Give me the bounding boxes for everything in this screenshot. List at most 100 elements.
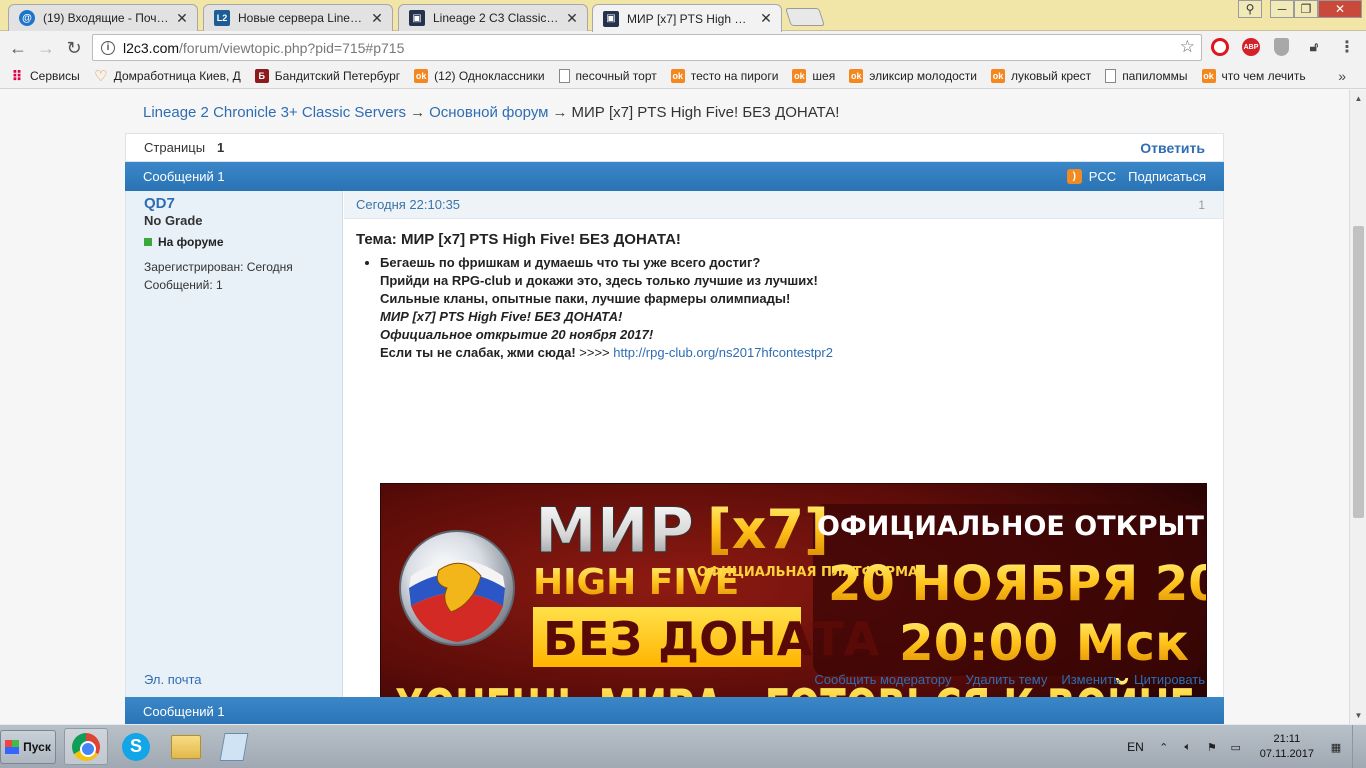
opera-vpn-icon[interactable] (1211, 38, 1229, 56)
clock-date: 07.11.2017 (1259, 748, 1314, 760)
taskbar-explorer[interactable] (164, 728, 208, 765)
breadcrumb-separator: → (410, 104, 426, 121)
forum-post: QD7 No Grade На форуме Зарегистрирован: … (125, 191, 1224, 724)
ok-icon: ok (414, 69, 429, 83)
page-scrollbar[interactable]: ▲ ▼ (1349, 90, 1366, 724)
bookmark-star-icon[interactable]: ☆ (1180, 37, 1195, 57)
globe-emblem-icon (399, 530, 515, 646)
folder-icon (171, 734, 201, 759)
post-datetime-link[interactable]: Сегодня 22:10:35 (356, 197, 460, 212)
chrome-icon (72, 732, 100, 761)
clock[interactable]: 21:11 07.11.2017 (1260, 732, 1314, 762)
banner-graphic: МИР [x7] HIGH FIVE ОФИЦИАЛЬНАЯ ПЛАТФОРМА… (381, 484, 1207, 724)
start-button[interactable]: Пуск (0, 730, 56, 764)
bookmark-papillomas[interactable]: папиломмы (1105, 69, 1188, 83)
subscribe-link[interactable]: Подписаться (1128, 169, 1206, 184)
online-indicator-icon (144, 238, 152, 246)
language-indicator[interactable]: EN (1127, 740, 1144, 754)
new-tab-button[interactable] (785, 8, 825, 26)
volume-icon[interactable]: 🔈︎ (1180, 739, 1196, 755)
rss-icon[interactable]: ) (1066, 169, 1082, 184)
reply-button[interactable]: Ответить (1140, 140, 1205, 156)
close-icon[interactable]: ✕ (759, 10, 773, 27)
post-subject: Тема: МИР [x7] PTS High Five! БЕЗ ДОНАТА… (356, 231, 681, 248)
adblock-icon[interactable]: ABP (1242, 38, 1260, 56)
restore-button[interactable]: ❐ (1294, 0, 1318, 18)
post-header: Сегодня 22:10:35 1 (344, 191, 1223, 219)
scroll-down-arrow-icon[interactable]: ▼ (1350, 707, 1366, 724)
scroll-thumb[interactable] (1353, 226, 1364, 518)
address-bar[interactable]: i l2c3.com/forum/viewtopic.php?pid=715#p… (92, 34, 1202, 61)
tab-lineage-servers[interactable]: L2 Новые сервера Lineage 2 ✕ (203, 4, 393, 31)
taskbar: Пуск S EN ⌃ 🔈︎ ⚑ ▭ 21:11 07.11.2017 ▦ (0, 724, 1366, 768)
taskbar-chrome[interactable] (64, 728, 108, 765)
taskbar-skype[interactable]: S (114, 728, 158, 765)
banner-no-donate: БЕЗ ДОНАТА (543, 612, 880, 666)
security-icon[interactable]: ⚑ (1204, 739, 1220, 755)
breadcrumb-forum-link[interactable]: Lineage 2 Chronicle 3+ Classic Servers (143, 104, 406, 121)
report-moderator-link[interactable]: Сообщить модератору (814, 672, 951, 687)
more-bookmarks-icon[interactable]: » (1338, 68, 1346, 84)
breadcrumb-section-link[interactable]: Основной форум (429, 104, 548, 121)
tray-expand-icon[interactable]: ⌃ (1156, 739, 1172, 755)
minimize-button[interactable]: ─ (1270, 0, 1294, 18)
online-status: На форуме (144, 235, 324, 249)
messages-count: Сообщений 1 (143, 169, 225, 184)
delete-topic-link[interactable]: Удалить тему (965, 672, 1047, 687)
bookmark-cake[interactable]: песочный торт (558, 69, 657, 83)
bookmark-dough[interactable]: ok тесто на пироги (670, 69, 778, 83)
bookmark-odnoklassniki[interactable]: ok (12) Одноклассники (414, 69, 545, 83)
shield-icon[interactable] (1274, 38, 1289, 56)
bookmark-neck[interactable]: ok шея (792, 69, 835, 83)
scroll-up-arrow-icon[interactable]: ▲ (1350, 90, 1366, 107)
breadcrumb-current: МИР [x7] PTS High Five! БЕЗ ДОНАТА! (571, 104, 840, 121)
reload-button[interactable]: ↻ (61, 35, 87, 61)
tab-active-topic[interactable]: ▣ МИР [x7] PTS High Five! БЕЗ ДОНАТА! ✕ (592, 4, 782, 32)
back-button[interactable]: ← (5, 35, 31, 61)
game-icon: ▣ (603, 10, 619, 27)
registered-date: Зарегистрирован: Сегодня (144, 260, 293, 274)
post-cta-line: Если ты не слабак, жми сюда! >>>> http:/… (380, 345, 833, 360)
post-line: Сильные кланы, опытные паки, лучшие фарм… (380, 291, 791, 306)
tab-title: Новые сервера Lineage 2 (238, 11, 364, 25)
bookmark-elixir[interactable]: ok эликсир молодости (849, 69, 977, 83)
banner-title: МИР (535, 494, 694, 567)
quote-post-link[interactable]: Цитировать (1134, 672, 1205, 687)
tab-c3-classic[interactable]: ▣ Lineage 2 C3 Classic Servers ✕ (398, 4, 588, 31)
show-desktop-button[interactable] (1352, 725, 1366, 768)
author-message-count: Сообщений: 1 (144, 278, 223, 292)
clock-time: 21:11 (1273, 733, 1301, 745)
promo-link[interactable]: http://rpg-club.org/ns2017hfcontestpr2 (613, 345, 833, 360)
promo-banner[interactable]: МИР [x7] HIGH FIVE ОФИЦИАЛЬНАЯ ПЛАТФОРМА… (380, 483, 1207, 724)
email-link[interactable]: Эл. почта (144, 672, 202, 687)
close-icon[interactable]: ✕ (370, 10, 384, 27)
topic-header-bar: Сообщений 1 ) РСС Подписаться (125, 162, 1224, 191)
close-icon[interactable]: ✕ (175, 10, 189, 27)
bookmark-services[interactable]: ⠿ Сервисы (10, 68, 80, 84)
taskbar-notepad[interactable] (212, 728, 256, 765)
bookmark-onion[interactable]: ok луковый крест (990, 69, 1091, 83)
edit-post-link[interactable]: Изменить (1061, 672, 1120, 687)
action-center-icon[interactable]: ▦ (1328, 739, 1344, 755)
close-window-button[interactable]: ✕ (1318, 0, 1362, 18)
author-meta: Зарегистрирован: Сегодня Сообщений: 1 (144, 258, 324, 294)
network-icon[interactable]: ▭ (1228, 739, 1244, 755)
author-name[interactable]: QD7 (144, 195, 324, 212)
post-line-italic: МИР [x7] PTS High Five! БЕЗ ДОНАТА! (380, 309, 623, 324)
info-icon[interactable]: i (101, 40, 115, 55)
profile-icon[interactable]: ⚲ (1238, 0, 1262, 18)
ok-icon: ok (792, 69, 807, 83)
close-icon[interactable]: ✕ (565, 10, 579, 27)
bookmark-housekeeper[interactable]: ♡ Домработница Киев, Д (94, 68, 241, 85)
bookmark-bandit[interactable]: Б Бандитский Петербург (254, 69, 400, 83)
extension-lock-icon[interactable]: 🔓︎ (1305, 38, 1323, 56)
rss-link[interactable]: РСС (1089, 169, 1116, 184)
banner-date: 20 НОЯБРЯ 2017 (828, 556, 1207, 612)
post-line: Бегаешь по фришкам и думаешь что ты уже … (380, 255, 761, 270)
menu-icon[interactable]: ⋮ (1338, 38, 1356, 56)
bandit-icon: Б (254, 69, 269, 83)
tab-mail[interactable]: @ (19) Входящие - Почта Mail.Ru ✕ (8, 4, 198, 31)
forward-button[interactable]: → (33, 35, 59, 61)
bookmark-remedies[interactable]: ok что чем лечить (1201, 69, 1306, 83)
url-text[interactable]: l2c3.com/forum/viewtopic.php?pid=715#p71… (123, 40, 404, 56)
